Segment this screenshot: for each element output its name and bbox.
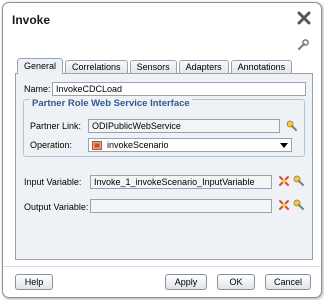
flashlight-icon[interactable] [293,199,305,211]
name-label: Name: [24,84,51,94]
operation-icon [92,141,102,150]
operation-value: invokeScenario [107,140,169,150]
partner-link-field[interactable]: ODIPublicWebService [88,119,280,133]
tab-sensors[interactable]: Sensors [129,60,177,74]
partner-link-label: Partner Link: [30,121,82,131]
output-variable-label: Output Variable: [24,202,89,212]
operation-label: Operation: [30,140,73,150]
tab-annotations[interactable]: Annotations [230,60,293,74]
name-field[interactable]: InvokeCDCLoad [52,82,306,96]
flashlight-icon[interactable] [293,175,305,187]
tab-general[interactable]: General [17,58,64,74]
close-icon[interactable] [297,11,311,25]
footer-divider [3,266,321,267]
dialog-title: Invoke [12,13,51,27]
invoke-dialog: Invoke General Correlations Sensors Adap… [2,2,322,298]
tab-bar: General Correlations Sensors Adapters An… [17,58,294,74]
input-variable-label: Input Variable: [24,177,82,187]
input-variable-field[interactable]: Invoke_1_invokeScenario_InputVariable [90,175,272,189]
wrench-icon[interactable] [297,39,309,51]
create-variable-icon[interactable] [278,199,290,211]
chevron-down-icon[interactable] [280,143,288,148]
apply-button[interactable]: Apply [165,274,207,290]
help-button[interactable]: Help [15,274,53,290]
flashlight-icon[interactable] [286,120,298,132]
output-variable-field[interactable] [90,199,272,213]
tab-correlations[interactable]: Correlations [65,60,128,74]
tab-adapters[interactable]: Adapters [178,60,229,74]
create-variable-icon[interactable] [278,175,290,187]
general-panel: Name: InvokeCDCLoad Partner Role Web Ser… [15,73,313,260]
group-title: Partner Role Web Service Interface [30,98,192,109]
cancel-button[interactable]: Cancel [265,274,311,290]
partner-role-group: Partner Role Web Service Interface Partn… [23,98,305,157]
operation-select[interactable]: invokeScenario [88,138,292,152]
ok-button[interactable]: OK [217,274,255,290]
